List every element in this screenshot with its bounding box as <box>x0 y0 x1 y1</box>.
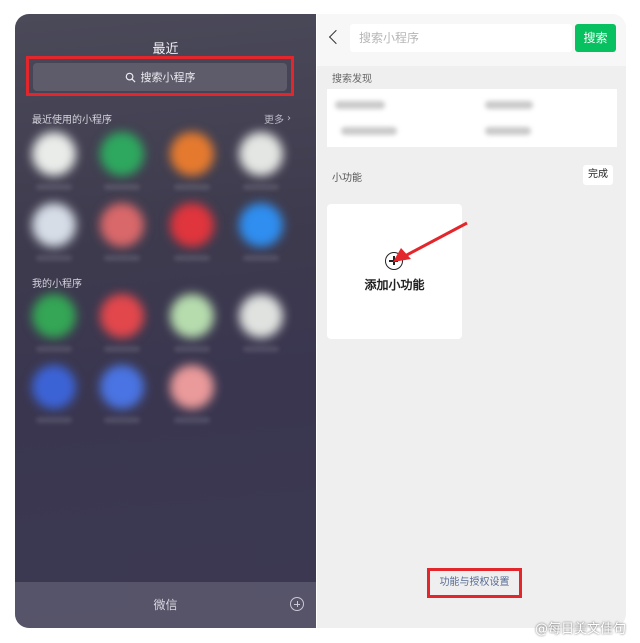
bottom-dock: 微信 <box>15 582 316 628</box>
done-button[interactable]: 完成 <box>583 165 613 185</box>
mini-program-icon[interactable] <box>32 294 76 338</box>
mini-program-name <box>174 255 210 261</box>
search-topbar: 搜索小程序 搜索 <box>317 14 626 66</box>
mini-program-icon[interactable] <box>32 132 76 176</box>
discover-item[interactable] <box>485 101 533 109</box>
mini-program-name <box>104 184 140 190</box>
mini-program-icon[interactable] <box>100 203 144 247</box>
recent-section-label: 最近使用的小程序 <box>32 115 112 126</box>
search-panel: 搜索小程序 搜索 搜索发现 小功能 完成 添加小功能 功能与授权设置 <box>317 14 626 628</box>
mini-program-name <box>174 346 210 352</box>
mini-program-icon[interactable] <box>239 203 283 247</box>
discover-item[interactable] <box>485 127 531 135</box>
more-label: 更多 <box>264 115 284 126</box>
search-highlight-box <box>26 56 294 96</box>
chevron-right-icon: › <box>287 113 291 124</box>
my-section-label: 我的小程序 <box>32 279 82 290</box>
mini-program-name <box>174 184 210 190</box>
recent-panel: 最近 搜索小程序 最近使用的小程序 更多 › 我的小程序 微信 <box>15 14 316 628</box>
mini-program-name <box>36 184 72 190</box>
annotation-arrow-icon <box>393 221 468 262</box>
mini-program-name <box>104 346 140 352</box>
small-features-label: 小功能 <box>332 173 362 184</box>
mini-program-name <box>36 346 72 352</box>
mini-program-name <box>104 255 140 261</box>
mini-program-name <box>36 417 72 423</box>
mini-program-icon[interactable] <box>239 132 283 176</box>
mini-program-name <box>104 417 140 423</box>
wechat-dock-label[interactable]: 微信 <box>15 596 316 613</box>
add-feature-label: 添加小功能 <box>364 278 425 292</box>
mini-program-icon[interactable] <box>170 365 214 409</box>
more-link[interactable]: 更多 › <box>264 111 291 126</box>
search-input[interactable]: 搜索小程序 <box>350 24 572 52</box>
search-discover-list <box>327 89 617 147</box>
add-circle-icon[interactable] <box>290 597 304 611</box>
mini-program-name <box>243 184 279 190</box>
watermark: @每日美文佳句 <box>535 618 626 637</box>
mini-program-icon[interactable] <box>100 294 144 338</box>
search-button[interactable]: 搜索 <box>575 24 616 52</box>
recent-title: 最近 <box>152 42 179 57</box>
search-discover-label: 搜索发现 <box>332 74 372 85</box>
mini-program-icon[interactable] <box>100 132 144 176</box>
mini-program-name <box>36 255 72 261</box>
mini-program-icon[interactable] <box>100 365 144 409</box>
mini-program-name <box>174 417 210 423</box>
discover-item[interactable] <box>341 127 397 135</box>
watermark-text: @每日美文佳句 <box>534 622 626 637</box>
mini-program-icon[interactable] <box>170 294 214 338</box>
mini-program-icon[interactable] <box>32 203 76 247</box>
mini-program-name <box>243 255 279 261</box>
auth-highlight-box <box>427 568 522 598</box>
mini-program-icon[interactable] <box>170 132 214 176</box>
mini-program-name <box>243 346 279 352</box>
mini-program-icon[interactable] <box>170 203 214 247</box>
back-arrow-icon[interactable] <box>328 29 344 45</box>
mini-program-icon[interactable] <box>239 294 283 338</box>
mini-program-icon[interactable] <box>32 365 76 409</box>
discover-item[interactable] <box>335 101 385 109</box>
